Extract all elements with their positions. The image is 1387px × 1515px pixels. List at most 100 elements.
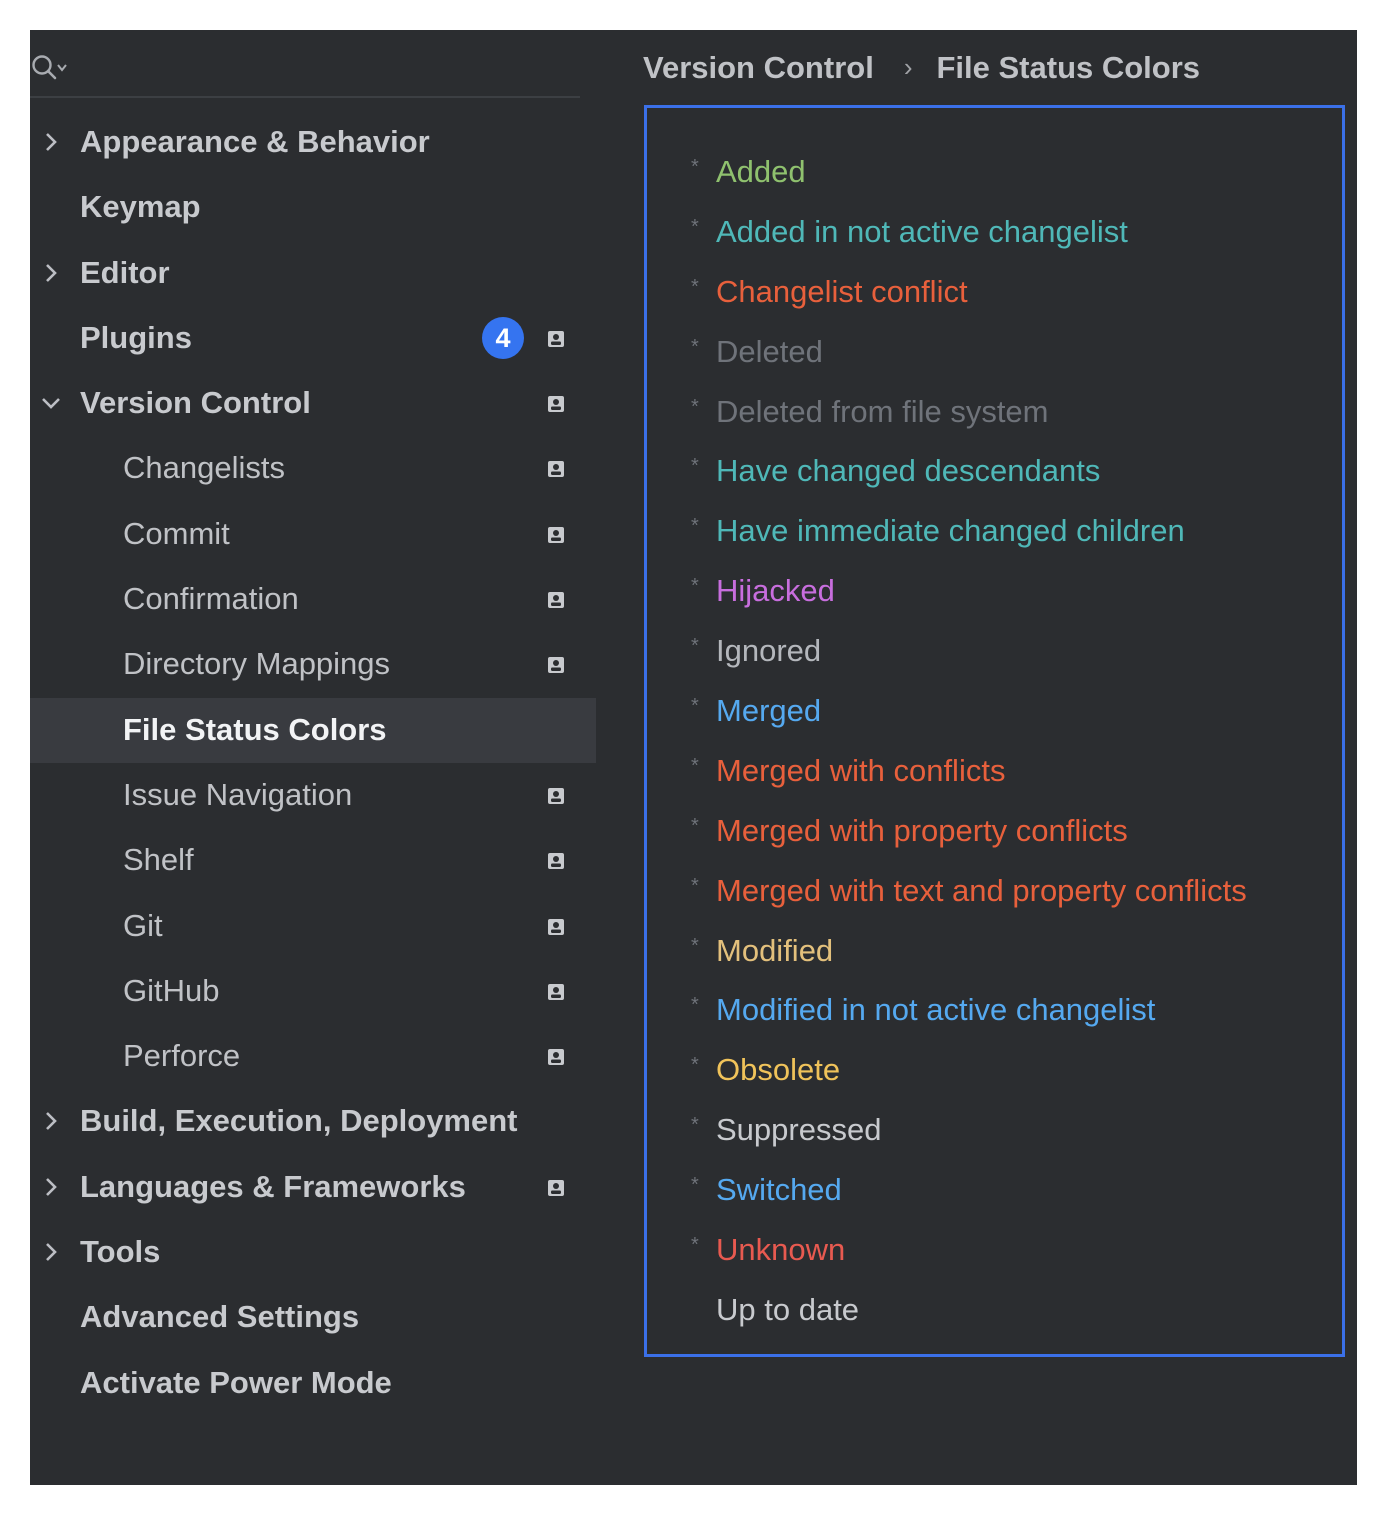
file-status-label: Deleted — [716, 333, 823, 369]
sidebar-item-languages-and-frameworks[interactable]: Languages & Frameworks — [30, 1155, 596, 1220]
sidebar-item-label: Confirmation — [123, 581, 299, 617]
settings-window: Appearance & Behavior Keymap Editor Plugins… — [30, 30, 1357, 1485]
breadcrumb-separator: › — [903, 52, 913, 82]
sidebar-item-confirmation[interactable]: Confirmation — [30, 567, 596, 632]
sidebar-item-label: Git — [123, 907, 163, 943]
customized-marker-icon: * — [691, 156, 699, 178]
chevron-down-icon[interactable] — [40, 392, 62, 414]
customized-marker-icon: * — [691, 874, 699, 897]
file-status-label: Up to date — [716, 1291, 860, 1327]
sidebar-item-file-status-colors[interactable]: File Status Colors — [30, 697, 596, 763]
project-level-icon — [547, 1179, 565, 1197]
sidebar-item-label: Perforce — [123, 1038, 241, 1074]
customized-marker-icon: * — [691, 695, 699, 718]
sidebar-item-appearance-and-behavior[interactable]: Appearance & Behavior — [30, 110, 596, 175]
file-status-label: Modified in not active changelist — [716, 992, 1156, 1028]
project-level-icon — [547, 526, 565, 544]
file-status-label: Merged with text and property conflicts — [716, 872, 1247, 908]
sidebar-item-git[interactable]: Git — [30, 894, 596, 959]
file-status-label: Have changed descendants — [716, 453, 1101, 489]
customized-marker-icon: * — [691, 1234, 699, 1257]
breadcrumb-current: File Status Colors — [936, 50, 1201, 85]
sidebar-item-tools[interactable]: Tools — [30, 1220, 596, 1285]
sidebar-item-label: Plugins — [80, 319, 192, 355]
sidebar-item-directory-mappings[interactable]: Directory Mappings — [30, 632, 596, 697]
sidebar-item-label: Version Control — [80, 385, 311, 421]
project-level-icon — [547, 983, 565, 1001]
sidebar-item-label: Editor — [80, 254, 170, 290]
file-status-label: Changelist conflict — [716, 273, 968, 309]
sidebar-item-label: Commit — [123, 515, 230, 551]
file-status-label: Added in not active changelist — [716, 213, 1128, 249]
customized-marker-icon: * — [691, 814, 699, 837]
sidebar-item-label: Keymap — [80, 189, 201, 225]
file-status-label: Hijacked — [716, 573, 835, 609]
file-status-label: Modified — [716, 932, 834, 968]
sidebar-item-label: Activate Power Mode — [80, 1364, 392, 1400]
customized-marker-icon: * — [691, 635, 699, 658]
sidebar-item-label: Languages & Frameworks — [80, 1168, 466, 1204]
sidebar-item-label: Changelists — [123, 450, 285, 486]
plugins-update-badge: 4 — [482, 316, 524, 359]
project-level-icon — [547, 787, 565, 805]
file-status-label: Suppressed — [716, 1112, 882, 1148]
sidebar-item-keymap[interactable]: Keymap — [30, 175, 596, 240]
sidebar-item-perforce[interactable]: Perforce — [30, 1024, 596, 1089]
sidebar-item-shelf[interactable]: Shelf — [30, 828, 596, 893]
sidebar-item-label: GitHub — [123, 972, 220, 1008]
file-status-label: Merged with conflicts — [716, 752, 1006, 788]
sidebar-item-github[interactable]: GitHub — [30, 959, 596, 1024]
sidebar-item-label: Issue Navigation — [123, 776, 353, 812]
sidebar-item-label: Build, Execution, Deployment — [80, 1103, 518, 1139]
chevron-right-icon[interactable] — [40, 1110, 62, 1132]
sidebar-item-label: Advanced Settings — [80, 1299, 360, 1335]
file-status-label: Ignored — [716, 633, 822, 669]
sidebar-item-commit[interactable]: Commit — [30, 502, 596, 567]
customized-marker-icon: * — [691, 754, 699, 777]
chevron-right-icon[interactable] — [40, 262, 62, 284]
chevron-right-icon[interactable] — [40, 1241, 62, 1263]
project-level-icon — [547, 1048, 565, 1066]
file-status-label: Switched — [716, 1172, 842, 1208]
project-level-icon — [547, 330, 565, 348]
customized-marker-icon: * — [691, 1054, 699, 1077]
sidebar-item-changelists[interactable]: Changelists — [30, 436, 596, 501]
file-status-label: Merged — [716, 693, 822, 729]
sidebar-item-build-execution-deployment[interactable]: Build, Execution, Deployment — [30, 1089, 596, 1154]
sidebar-item-version-control[interactable]: Version Control — [30, 371, 596, 436]
breadcrumb: Version Control › File Status Colors — [643, 50, 1200, 90]
project-level-icon — [547, 918, 565, 936]
sidebar-item-issue-navigation[interactable]: Issue Navigation — [30, 763, 596, 828]
customized-marker-icon: * — [691, 994, 699, 1017]
customized-marker-icon: * — [691, 275, 699, 298]
sidebar-item-label: Appearance & Behavior — [80, 124, 430, 159]
search-icon[interactable] — [30, 52, 70, 91]
sidebar-item-advanced-settings[interactable]: Advanced Settings — [30, 1285, 596, 1350]
project-level-icon — [547, 395, 565, 413]
file-status-label: Deleted from file system — [716, 393, 1049, 429]
file-status-label: Added — [716, 154, 806, 189]
file-status-label: Merged with property conflicts — [716, 812, 1128, 848]
breadcrumb-parent[interactable]: Version Control — [643, 50, 874, 85]
sidebar-item-editor[interactable]: Editor — [30, 241, 596, 306]
project-level-icon — [547, 852, 565, 870]
sidebar-item-plugins[interactable]: Plugins 4 — [30, 306, 596, 371]
sidebar-item-label: Tools — [80, 1234, 161, 1270]
file-status-label: Unknown — [716, 1232, 846, 1268]
chevron-right-icon[interactable] — [40, 131, 62, 153]
chevron-right-icon[interactable] — [40, 1176, 62, 1198]
settings-sidebar: Appearance & Behavior Keymap Editor Plugins… — [30, 30, 596, 1485]
project-level-icon — [547, 460, 565, 478]
customized-marker-icon: * — [691, 215, 699, 238]
file-status-label: Obsolete — [716, 1052, 841, 1088]
customized-marker-icon: * — [691, 1174, 699, 1197]
customized-marker-icon: * — [691, 395, 699, 418]
customized-marker-icon: * — [691, 575, 699, 598]
sidebar-item-label: Shelf — [123, 842, 194, 878]
settings-search-field[interactable] — [30, 46, 580, 98]
sidebar-item-activate-power-mode[interactable]: Activate Power Mode — [30, 1351, 596, 1416]
customized-marker-icon: * — [691, 515, 699, 538]
customized-marker-icon: * — [691, 335, 699, 358]
project-level-icon — [547, 591, 565, 609]
customized-marker-icon: * — [691, 934, 699, 957]
